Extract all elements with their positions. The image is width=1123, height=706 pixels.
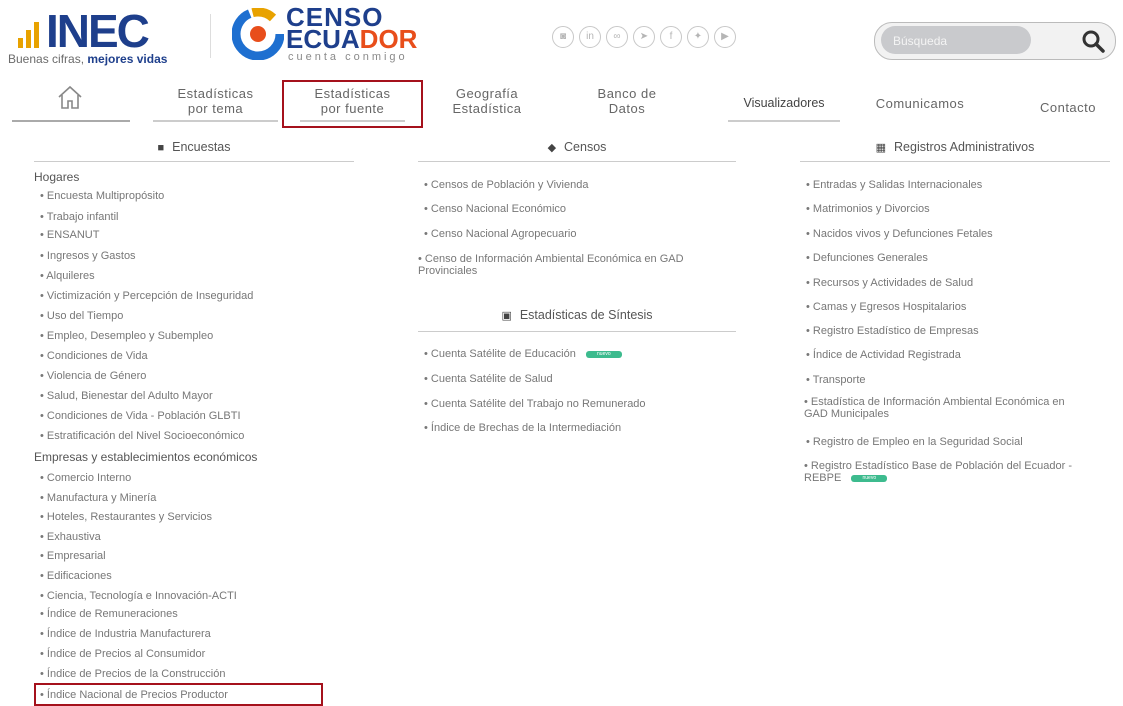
censo-ecuador-logo[interactable]: CENSO ECUADOR cuenta conmigo — [232, 4, 452, 68]
search-input[interactable] — [893, 31, 1033, 51]
list-item[interactable]: • Cuenta Satélite de Salud — [424, 373, 553, 385]
hogares-heading: Hogares — [34, 170, 80, 184]
nav-home[interactable] — [12, 80, 130, 122]
nav-contacto[interactable]: Contacto — [1018, 80, 1118, 122]
list-item[interactable]: • Cuenta Satélite de Educación nuevo — [424, 348, 622, 360]
list-item[interactable]: • Estadística de Información Ambiental E… — [804, 396, 1066, 420]
logo-divider — [210, 14, 211, 58]
new-badge: nuevo — [851, 474, 888, 482]
main-nav: Estadísticas por tema Estadísticas por fue… — [0, 80, 1123, 128]
nav-banco-de-datos[interactable]: Banco de Datos — [572, 80, 682, 122]
highlight-precios-productor — [34, 683, 323, 706]
list-item[interactable]: • Estratificación del Nivel Socioeconómi… — [40, 430, 244, 442]
telegram-icon[interactable]: ➤ — [633, 26, 655, 48]
list-item[interactable]: • Registro Estadístico Base de Población… — [804, 460, 1079, 484]
list-item[interactable]: • ENSANUT — [40, 229, 99, 241]
new-badge: nuevo — [585, 350, 622, 358]
censo-slogan: cuenta conmigo — [288, 51, 408, 63]
censos-header: ◆ Censos — [418, 140, 736, 162]
nav-comunicamos[interactable]: Comunicamos — [865, 80, 975, 122]
list-item[interactable]: • Recursos y Actividades de Salud — [806, 277, 973, 289]
inec-logo[interactable]: INEC Buenas cifras, mejores vidas — [8, 6, 208, 68]
encuestas-header: ■ Encuestas — [34, 140, 354, 162]
list-item[interactable]: • Empleo, Desempleo y Subempleo — [40, 330, 213, 342]
list-item[interactable]: • Alquileres — [40, 270, 95, 282]
list-item[interactable]: • Condiciones de Vida - Población GLBTI — [40, 410, 241, 422]
list-item[interactable]: • Índice de Precios de la Construcción — [40, 668, 225, 680]
list-item[interactable]: • Índice de Remuneraciones — [40, 608, 178, 620]
folder-icon: ▦ — [875, 142, 887, 154]
list-item[interactable]: • Hoteles, Restaurantes y Servicios — [40, 511, 212, 523]
list-item[interactable]: • Censo Nacional Económico — [424, 203, 566, 215]
list-item[interactable]: • Ciencia, Tecnología e Innovación-ACTI — [40, 590, 237, 602]
list-item[interactable]: • Exhaustiva — [40, 531, 101, 543]
list-item[interactable]: • Índice de Brechas de la Intermediación — [424, 422, 621, 434]
list-item[interactable]: • Uso del Tiempo — [40, 310, 123, 322]
list-item[interactable]: • Índice de Precios al Consumidor — [40, 648, 205, 660]
list-item[interactable]: • Camas y Egresos Hospitalarios — [806, 301, 966, 313]
twitter-icon[interactable]: ✦ — [687, 26, 709, 48]
nav-estadisticas-por-tema[interactable]: Estadísticas por tema — [153, 80, 278, 122]
list-item[interactable]: • Matrimonios y Divorcios — [806, 203, 930, 215]
home-icon — [58, 85, 82, 109]
list-item[interactable]: • Defunciones Generales — [806, 252, 928, 264]
censo-swirl-icon — [232, 8, 284, 60]
list-item[interactable]: • Victimización y Percepción de Inseguri… — [40, 290, 253, 302]
social-links: ◙ in ∞ ➤ f ✦ ▶ — [552, 26, 736, 48]
list-item[interactable]: • Índice de Actividad Registrada — [806, 349, 961, 361]
list-item[interactable]: • Comercio Interno — [40, 472, 131, 484]
list-item[interactable]: • Entradas y Salidas Internacionales — [806, 179, 982, 191]
search-box — [874, 22, 1116, 60]
list-item[interactable]: • Condiciones de Vida — [40, 350, 148, 362]
inec-bars-icon — [18, 18, 39, 48]
list-item[interactable]: • Registro de Empleo en la Seguridad Soc… — [806, 436, 1023, 448]
list-item[interactable]: • Cuenta Satélite del Trabajo no Remuner… — [424, 398, 646, 410]
highlight-nav-por-fuente — [282, 80, 423, 128]
empresas-heading: Empresas y establecimientos económicos — [34, 450, 258, 464]
nav-geografia-estadistica[interactable]: Geografía Estadística — [432, 80, 542, 122]
registros-header: ▦ Registros Administrativos — [800, 140, 1110, 162]
list-item[interactable]: • Encuesta Multipropósito — [40, 190, 164, 202]
list-item[interactable]: • Censo de Información Ambiental Económi… — [418, 253, 736, 277]
inec-tagline: Buenas cifras, mejores vidas — [8, 52, 168, 66]
ecuador-title: ECUADOR — [286, 24, 418, 54]
list-item[interactable]: • Censos de Población y Vivienda — [424, 179, 588, 191]
site-header: INEC Buenas cifras, mejores vidas CENSO … — [0, 0, 1123, 74]
instagram-icon[interactable]: ◙ — [552, 26, 574, 48]
list-item[interactable]: • Índice de Industria Manufacturera — [40, 628, 211, 640]
list-item[interactable]: • Registro Estadístico de Empresas — [806, 325, 979, 337]
youtube-icon[interactable]: ▶ — [714, 26, 736, 48]
linkedin-icon[interactable]: in — [579, 26, 601, 48]
list-item[interactable]: • Salud, Bienestar del Adulto Mayor — [40, 390, 213, 402]
list-item[interactable]: • Empresarial — [40, 550, 106, 562]
list-item[interactable]: • Ingresos y Gastos — [40, 250, 136, 262]
list-item[interactable]: • Trabajo infantil — [40, 211, 118, 223]
list-item[interactable]: • Violencia de Género — [40, 370, 146, 382]
inec-wordmark: INEC — [46, 5, 150, 57]
clipboard-icon: ■ — [157, 142, 165, 154]
list-item[interactable]: • Censo Nacional Agropecuario — [424, 228, 576, 240]
facebook-icon[interactable]: f — [660, 26, 682, 48]
list-item[interactable]: • Transporte — [806, 374, 866, 386]
list-item[interactable]: • Nacidos vivos y Defunciones Fetales — [806, 228, 993, 240]
search-icon[interactable] — [1081, 29, 1105, 53]
chart-box-icon: ▣ — [501, 310, 512, 322]
list-item[interactable]: • Edificaciones — [40, 570, 112, 582]
nav-visualizadores[interactable]: Visualizadores — [728, 80, 840, 122]
flickr-icon[interactable]: ∞ — [606, 26, 628, 48]
tag-icon: ◆ — [547, 142, 557, 154]
list-item[interactable]: • Manufactura y Minería — [40, 492, 156, 504]
sintesis-header: ▣ Estadísticas de Síntesis — [418, 308, 736, 332]
